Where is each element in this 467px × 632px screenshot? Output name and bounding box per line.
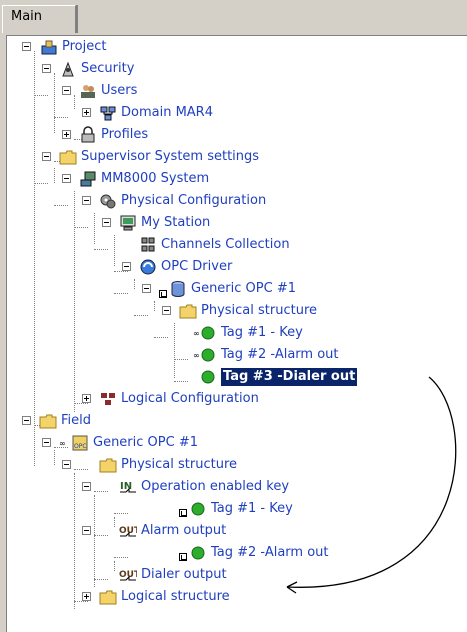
tab-divider xyxy=(76,5,78,33)
annotation-arrow xyxy=(286,376,457,594)
tab-bar: Main xyxy=(0,0,467,34)
tab-main[interactable]: Main xyxy=(2,5,76,33)
tree-view: Project Security Users Domain MAR4 Profi… xyxy=(7,36,467,632)
tree-pane[interactable]: Project Security Users Domain MAR4 Profi… xyxy=(6,35,467,632)
